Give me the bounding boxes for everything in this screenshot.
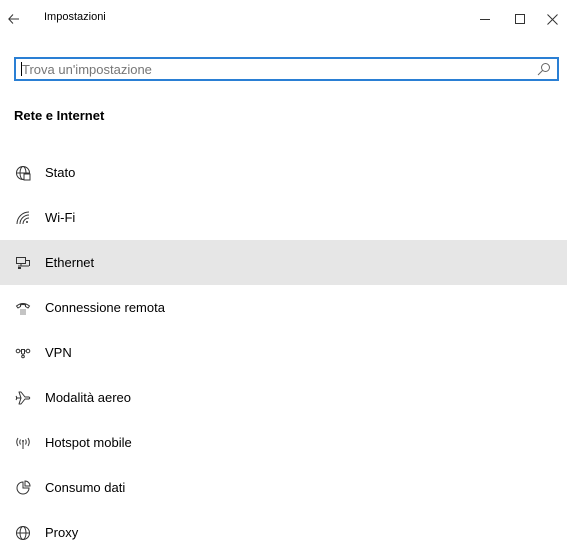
data-usage-icon [15,480,31,496]
hotspot-icon [15,435,31,451]
close-icon [547,13,558,25]
nav-item-proxy[interactable]: Proxy [0,510,567,547]
nav-item-ethernet[interactable]: Ethernet [0,240,567,285]
settings-window: Impostazioni Rete e Internet [0,0,567,547]
nav-label-consumo-dati: Consumo dati [45,480,126,495]
vpn-icon [15,345,31,361]
section-title: Rete e Internet [14,108,105,123]
search-icon[interactable] [537,62,551,76]
nav-label-ethernet: Ethernet [45,255,95,270]
nav-item-stato[interactable]: Stato [0,150,567,195]
close-button[interactable] [538,0,567,38]
nav-label-wifi: Wi-Fi [45,210,76,225]
nav-item-consumo-dati[interactable]: Consumo dati [0,465,567,510]
globe-status-icon [15,165,31,181]
title-bar: Impostazioni [0,0,567,38]
nav-list: Stato Wi-Fi Ethernet Connessione remota … [0,150,567,547]
nav-item-connessione-remota[interactable]: Connessione remota [0,285,567,330]
search-box[interactable] [14,57,559,81]
nav-label-connessione-remota: Connessione remota [45,300,165,315]
back-button[interactable] [0,0,28,38]
nav-label-stato: Stato [45,165,76,180]
nav-label-modalita-aereo: Modalità aereo [45,390,131,405]
maximize-icon [515,14,525,24]
nav-item-modalita-aereo[interactable]: Modalità aereo [0,375,567,420]
nav-label-hotspot-mobile: Hotspot mobile [45,435,132,450]
maximize-button[interactable] [500,0,540,38]
dialup-phone-icon [15,300,31,316]
search-input[interactable] [22,59,522,79]
back-arrow-icon [8,14,19,24]
nav-item-hotspot-mobile[interactable]: Hotspot mobile [0,420,567,465]
minimize-icon [480,19,490,20]
ethernet-icon [15,255,31,271]
nav-label-proxy: Proxy [45,525,79,540]
nav-label-vpn: VPN [45,345,72,360]
nav-item-vpn[interactable]: VPN [0,330,567,375]
globe-proxy-icon [15,525,31,541]
wifi-icon [15,210,31,226]
window-title: Impostazioni [44,11,106,23]
nav-item-wifi[interactable]: Wi-Fi [0,195,567,240]
minimize-button[interactable] [465,0,505,38]
airplane-icon [15,390,31,406]
